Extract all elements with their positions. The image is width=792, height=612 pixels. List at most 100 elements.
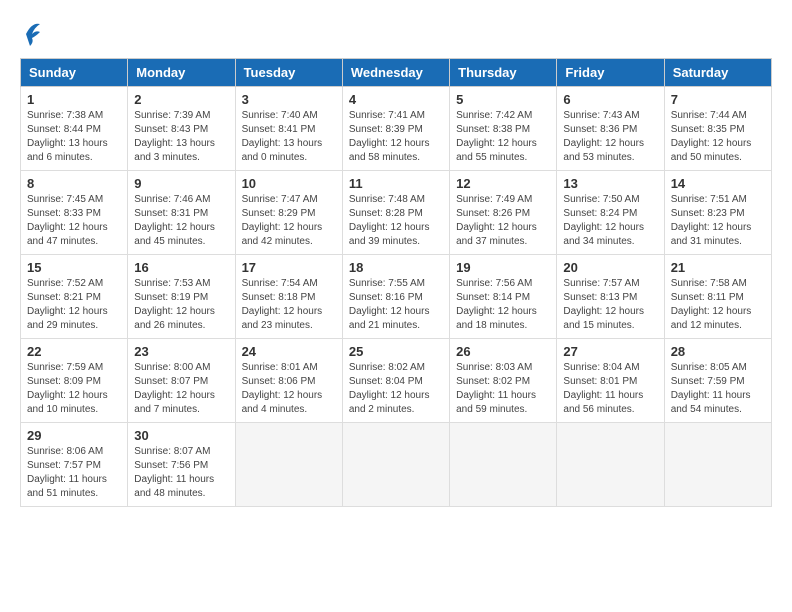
calendar-week-row: 22 Sunrise: 7:59 AM Sunset: 8:09 PM Dayli… bbox=[21, 339, 772, 423]
day-number: 23 bbox=[134, 344, 228, 359]
calendar-day-cell: 28Sunrise: 8:05 AM Sunset: 7:59 PM Dayli… bbox=[664, 339, 771, 423]
calendar-day-cell: 4 Sunrise: 7:41 AM Sunset: 8:39 PM Daylig… bbox=[342, 87, 449, 171]
day-number: 17 bbox=[242, 260, 336, 275]
calendar-day-cell bbox=[342, 423, 449, 507]
calendar-table: SundayMondayTuesdayWednesdayThursdayFrid… bbox=[20, 58, 772, 507]
day-number: 1 bbox=[27, 92, 121, 107]
day-info: Sunrise: 7:58 AM Sunset: 8:11 PM Dayligh… bbox=[671, 277, 765, 333]
day-number: 16 bbox=[134, 260, 228, 275]
day-number: 24 bbox=[242, 344, 336, 359]
day-number: 9 bbox=[134, 176, 228, 191]
calendar-day-header: Monday bbox=[128, 59, 235, 87]
calendar-day-cell: 26 Sunrise: 8:03 AM Sunset: 8:02 PM Dayli… bbox=[450, 339, 557, 423]
day-number: 8 bbox=[27, 176, 121, 191]
day-number: 21 bbox=[671, 260, 765, 275]
calendar-day-cell: 2Sunrise: 7:39 AM Sunset: 8:43 PM Daylig… bbox=[128, 87, 235, 171]
calendar-day-cell: 1 Sunrise: 7:38 AM Sunset: 8:44 PM Daylig… bbox=[21, 87, 128, 171]
day-info: Sunrise: 7:47 AM Sunset: 8:29 PM Dayligh… bbox=[242, 193, 336, 249]
day-number: 10 bbox=[242, 176, 336, 191]
calendar-day-cell: 25 Sunrise: 8:02 AM Sunset: 8:04 PM Dayli… bbox=[342, 339, 449, 423]
calendar-day-header: Thursday bbox=[450, 59, 557, 87]
day-info: Sunrise: 7:40 AM Sunset: 8:41 PM Dayligh… bbox=[242, 109, 336, 165]
day-number: 27 bbox=[563, 344, 657, 359]
day-info: Sunrise: 7:57 AM Sunset: 8:13 PM Dayligh… bbox=[563, 277, 657, 333]
day-number: 25 bbox=[349, 344, 443, 359]
day-info: Sunrise: 7:45 AM Sunset: 8:33 PM Dayligh… bbox=[27, 193, 121, 249]
day-number: 3 bbox=[242, 92, 336, 107]
calendar-week-row: 29Sunrise: 8:06 AM Sunset: 7:57 PM Dayli… bbox=[21, 423, 772, 507]
calendar-day-header: Sunday bbox=[21, 59, 128, 87]
day-info: Sunrise: 8:07 AM Sunset: 7:56 PM Dayligh… bbox=[134, 445, 228, 501]
day-info: Sunrise: 7:56 AM Sunset: 8:14 PM Dayligh… bbox=[456, 277, 550, 333]
logo bbox=[20, 20, 42, 48]
calendar-day-cell: 13Sunrise: 7:50 AM Sunset: 8:24 PM Dayli… bbox=[557, 171, 664, 255]
day-number: 13 bbox=[563, 176, 657, 191]
day-info: Sunrise: 7:41 AM Sunset: 8:39 PM Dayligh… bbox=[349, 109, 443, 165]
day-info: Sunrise: 7:55 AM Sunset: 8:16 PM Dayligh… bbox=[349, 277, 443, 333]
day-number: 5 bbox=[456, 92, 550, 107]
calendar-header-row: SundayMondayTuesdayWednesdayThursdayFrid… bbox=[21, 59, 772, 87]
calendar-day-cell: 30 Sunrise: 8:07 AM Sunset: 7:56 PM Dayli… bbox=[128, 423, 235, 507]
calendar-day-cell bbox=[664, 423, 771, 507]
calendar-day-cell bbox=[557, 423, 664, 507]
calendar-day-cell: 21 Sunrise: 7:58 AM Sunset: 8:11 PM Dayli… bbox=[664, 255, 771, 339]
calendar-day-cell: 5 Sunrise: 7:42 AM Sunset: 8:38 PM Daylig… bbox=[450, 87, 557, 171]
calendar-day-cell: 3 Sunrise: 7:40 AM Sunset: 8:41 PM Daylig… bbox=[235, 87, 342, 171]
calendar-day-cell: 18 Sunrise: 7:55 AM Sunset: 8:16 PM Dayli… bbox=[342, 255, 449, 339]
calendar-day-cell: 19 Sunrise: 7:56 AM Sunset: 8:14 PM Dayli… bbox=[450, 255, 557, 339]
calendar-day-cell: 8 Sunrise: 7:45 AM Sunset: 8:33 PM Daylig… bbox=[21, 171, 128, 255]
calendar-week-row: 8 Sunrise: 7:45 AM Sunset: 8:33 PM Daylig… bbox=[21, 171, 772, 255]
day-info: Sunrise: 7:38 AM Sunset: 8:44 PM Dayligh… bbox=[27, 109, 121, 165]
day-info: Sunrise: 8:00 AM Sunset: 8:07 PM Dayligh… bbox=[134, 361, 228, 417]
calendar-day-cell: 6Sunrise: 7:43 AM Sunset: 8:36 PM Daylig… bbox=[557, 87, 664, 171]
day-number: 26 bbox=[456, 344, 550, 359]
day-info: Sunrise: 7:51 AM Sunset: 8:23 PM Dayligh… bbox=[671, 193, 765, 249]
calendar-week-row: 15 Sunrise: 7:52 AM Sunset: 8:21 PM Dayli… bbox=[21, 255, 772, 339]
day-number: 11 bbox=[349, 176, 443, 191]
day-number: 19 bbox=[456, 260, 550, 275]
calendar-day-cell: 17 Sunrise: 7:54 AM Sunset: 8:18 PM Dayli… bbox=[235, 255, 342, 339]
calendar-day-cell: 24 Sunrise: 8:01 AM Sunset: 8:06 PM Dayli… bbox=[235, 339, 342, 423]
calendar-day-cell bbox=[450, 423, 557, 507]
day-info: Sunrise: 7:48 AM Sunset: 8:28 PM Dayligh… bbox=[349, 193, 443, 249]
day-info: Sunrise: 7:42 AM Sunset: 8:38 PM Dayligh… bbox=[456, 109, 550, 165]
calendar-day-cell: 27 Sunrise: 8:04 AM Sunset: 8:01 PM Dayli… bbox=[557, 339, 664, 423]
calendar-day-header: Wednesday bbox=[342, 59, 449, 87]
day-number: 12 bbox=[456, 176, 550, 191]
day-number: 22 bbox=[27, 344, 121, 359]
day-info: Sunrise: 7:44 AM Sunset: 8:35 PM Dayligh… bbox=[671, 109, 765, 165]
calendar-day-cell: 11 Sunrise: 7:48 AM Sunset: 8:28 PM Dayli… bbox=[342, 171, 449, 255]
day-info: Sunrise: 7:52 AM Sunset: 8:21 PM Dayligh… bbox=[27, 277, 121, 333]
day-number: 18 bbox=[349, 260, 443, 275]
day-info: Sunrise: 8:05 AM Sunset: 7:59 PM Dayligh… bbox=[671, 361, 765, 417]
day-info: Sunrise: 7:46 AM Sunset: 8:31 PM Dayligh… bbox=[134, 193, 228, 249]
calendar-day-cell: 22 Sunrise: 7:59 AM Sunset: 8:09 PM Dayli… bbox=[21, 339, 128, 423]
day-number: 6 bbox=[563, 92, 657, 107]
calendar-day-cell: 12 Sunrise: 7:49 AM Sunset: 8:26 PM Dayli… bbox=[450, 171, 557, 255]
calendar-day-header: Friday bbox=[557, 59, 664, 87]
day-info: Sunrise: 8:04 AM Sunset: 8:01 PM Dayligh… bbox=[563, 361, 657, 417]
calendar-day-cell: 16 Sunrise: 7:53 AM Sunset: 8:19 PM Dayli… bbox=[128, 255, 235, 339]
calendar-day-cell: 14 Sunrise: 7:51 AM Sunset: 8:23 PM Dayli… bbox=[664, 171, 771, 255]
day-info: Sunrise: 8:02 AM Sunset: 8:04 PM Dayligh… bbox=[349, 361, 443, 417]
day-info: Sunrise: 8:03 AM Sunset: 8:02 PM Dayligh… bbox=[456, 361, 550, 417]
calendar-day-cell: 29Sunrise: 8:06 AM Sunset: 7:57 PM Dayli… bbox=[21, 423, 128, 507]
calendar-week-row: 1 Sunrise: 7:38 AM Sunset: 8:44 PM Daylig… bbox=[21, 87, 772, 171]
calendar-day-header: Tuesday bbox=[235, 59, 342, 87]
calendar-day-cell bbox=[235, 423, 342, 507]
day-number: 30 bbox=[134, 428, 228, 443]
day-info: Sunrise: 7:53 AM Sunset: 8:19 PM Dayligh… bbox=[134, 277, 228, 333]
day-number: 14 bbox=[671, 176, 765, 191]
day-info: Sunrise: 7:59 AM Sunset: 8:09 PM Dayligh… bbox=[27, 361, 121, 417]
day-number: 15 bbox=[27, 260, 121, 275]
day-info: Sunrise: 7:49 AM Sunset: 8:26 PM Dayligh… bbox=[456, 193, 550, 249]
day-number: 7 bbox=[671, 92, 765, 107]
day-info: Sunrise: 7:54 AM Sunset: 8:18 PM Dayligh… bbox=[242, 277, 336, 333]
logo-bird-icon bbox=[22, 20, 42, 48]
day-info: Sunrise: 8:06 AM Sunset: 7:57 PM Dayligh… bbox=[27, 445, 121, 501]
day-info: Sunrise: 8:01 AM Sunset: 8:06 PM Dayligh… bbox=[242, 361, 336, 417]
calendar-day-cell: 23 Sunrise: 8:00 AM Sunset: 8:07 PM Dayli… bbox=[128, 339, 235, 423]
day-number: 2 bbox=[134, 92, 228, 107]
page-header bbox=[20, 20, 772, 48]
day-number: 4 bbox=[349, 92, 443, 107]
